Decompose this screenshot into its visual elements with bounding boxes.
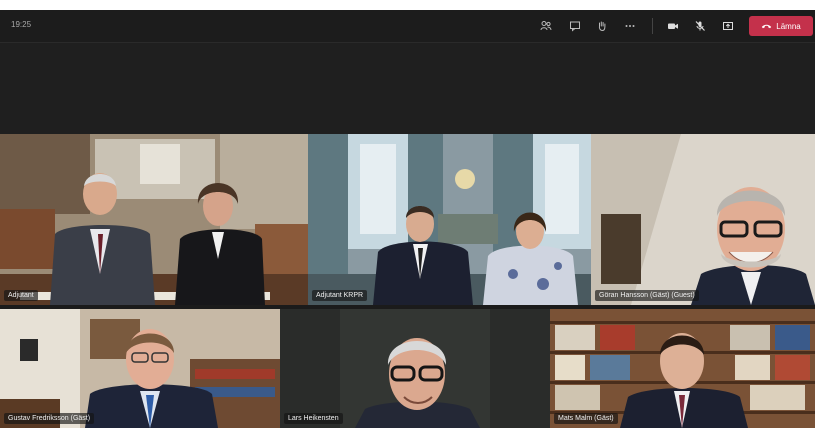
participant-name: Göran Hansson (Gäst) (Guest) xyxy=(595,290,699,301)
participant-name: Gustav Fredriksson (Gäst) xyxy=(4,413,95,424)
participant-name: Adjutant xyxy=(4,290,38,301)
video-tile[interactable]: Göran Hansson (Gäst) (Guest) xyxy=(591,134,815,305)
hang-up-icon xyxy=(762,24,772,29)
leave-label: Lämna xyxy=(776,21,801,31)
camera-icon[interactable] xyxy=(665,18,681,34)
stage-background xyxy=(0,43,815,134)
share-icon[interactable] xyxy=(720,18,736,34)
participant-name: Lars Heikensten xyxy=(284,413,343,424)
meeting-timer: 19:25 xyxy=(11,20,32,29)
raise-hand-icon[interactable] xyxy=(594,18,610,34)
participant-name: Adjutant KRPR xyxy=(312,290,368,301)
video-feed xyxy=(0,134,308,305)
video-tile[interactable]: Lars Heikensten xyxy=(280,309,550,428)
video-tile[interactable]: Gustav Fredriksson (Gäst) xyxy=(0,309,280,428)
toolbar-divider xyxy=(652,18,653,34)
meeting-window: 19:25 Lämna Adjutant Adjutant KRPR Göran… xyxy=(0,10,815,428)
participants-icon[interactable] xyxy=(538,18,554,34)
video-feed xyxy=(550,309,815,428)
video-feed xyxy=(308,134,591,305)
meeting-toolbar: 19:25 Lämna xyxy=(0,10,815,43)
video-tile[interactable]: Mats Malm (Gäst) xyxy=(550,309,815,428)
chat-icon[interactable] xyxy=(567,18,583,34)
video-tile[interactable]: Adjutant KRPR xyxy=(308,134,591,305)
video-feed xyxy=(280,309,550,428)
video-grid: Adjutant Adjutant KRPR Göran Hansson (Gä… xyxy=(0,134,815,428)
more-icon[interactable] xyxy=(622,18,638,34)
video-feed xyxy=(591,134,815,305)
video-tile[interactable]: Adjutant xyxy=(0,134,308,305)
video-feed xyxy=(0,309,280,428)
participant-name: Mats Malm (Gäst) xyxy=(554,413,618,424)
mic-off-icon[interactable] xyxy=(692,18,708,34)
leave-button[interactable]: Lämna xyxy=(749,16,813,36)
